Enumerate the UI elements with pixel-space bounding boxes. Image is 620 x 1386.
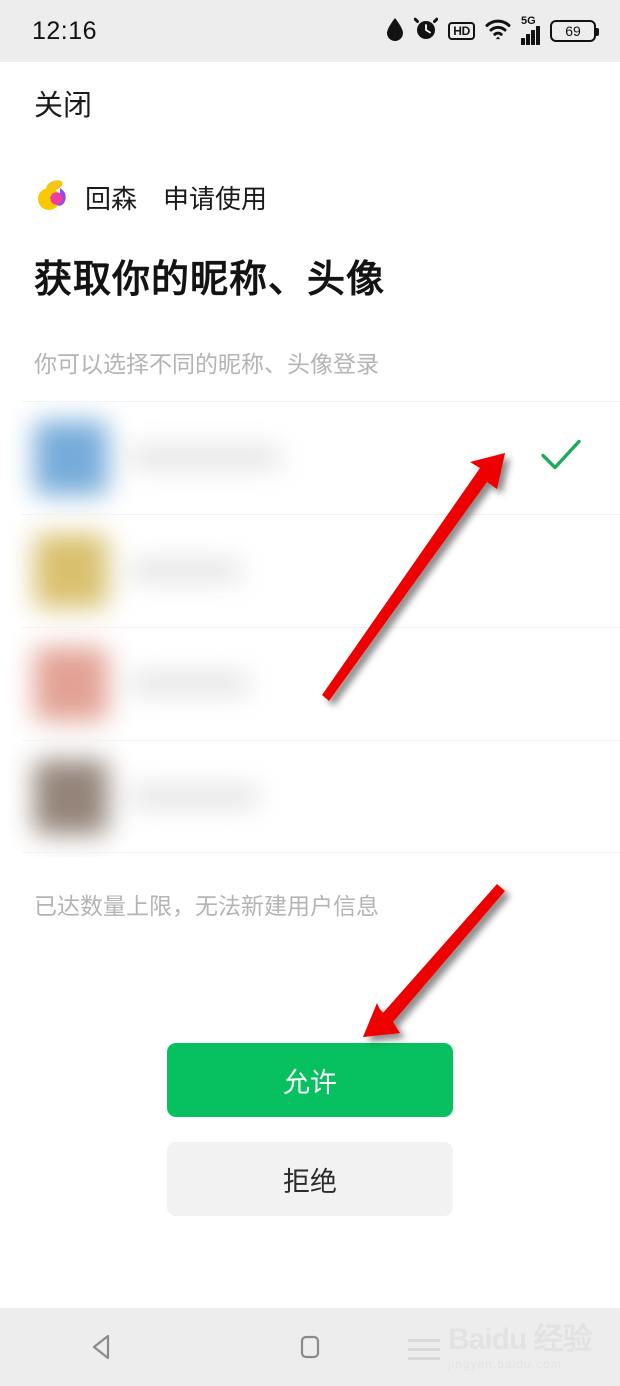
- baidu-watermark: Baidu 经验 jingyan.baidu.com: [408, 1318, 604, 1380]
- recents-menu-icon-overlay: [408, 1338, 440, 1360]
- wifi-icon: [485, 17, 511, 46]
- battery-level-label: 69: [565, 23, 581, 39]
- avatar: [34, 646, 108, 721]
- avatar: [34, 420, 108, 495]
- list-item[interactable]: [0, 401, 620, 514]
- account-name: [130, 561, 240, 580]
- watermark-text: Baidu 经验 jingyan.baidu.com: [448, 1325, 604, 1373]
- system-nav-bar: Baidu 经验 jingyan.baidu.com: [0, 1308, 620, 1386]
- check-icon: [540, 438, 582, 477]
- water-drop-icon: [386, 17, 404, 46]
- app-name-label: 回森: [85, 183, 138, 214]
- close-button[interactable]: 关闭: [34, 82, 92, 124]
- list-item[interactable]: [0, 514, 620, 627]
- watermark-main: Baidu 经验: [448, 1323, 593, 1356]
- app-action-label: 申请使用: [163, 183, 268, 214]
- hd-icon: HD: [448, 22, 475, 40]
- account-identity: [0, 759, 258, 834]
- app-logo-icon: [34, 178, 72, 216]
- account-name: [130, 448, 280, 467]
- status-bar: 12:16 HD 5G 69: [0, 0, 620, 62]
- avatar: [34, 533, 108, 608]
- avatar: [34, 759, 108, 834]
- close-bar: 关闭: [0, 62, 620, 144]
- page-title: 获取你的昵称、头像: [34, 259, 386, 301]
- reject-button[interactable]: 拒绝: [167, 1142, 453, 1216]
- battery-icon: 69: [550, 20, 599, 42]
- watermark-sub: jingyan.baidu.com: [448, 1357, 562, 1371]
- account-identity: [0, 646, 248, 721]
- account-list: [0, 401, 620, 857]
- allow-button[interactable]: 允许: [167, 1043, 453, 1117]
- app-request-row: 回森 申请使用: [0, 178, 620, 216]
- account-name: [130, 674, 248, 693]
- list-item[interactable]: [0, 740, 620, 853]
- account-identity: [0, 420, 280, 495]
- status-icon-tray: HD 5G 69: [386, 14, 599, 46]
- authorization-page: 关闭 回森 申请使用 获取你的昵称、头像 你可以选择不同的昵称、头像登录 已达数…: [0, 62, 620, 1308]
- back-triangle-icon[interactable]: [43, 1317, 163, 1377]
- account-name: [130, 787, 258, 806]
- network-type-label: 5G: [521, 14, 536, 27]
- status-clock: 12:16: [32, 16, 98, 45]
- home-square-icon[interactable]: [250, 1317, 370, 1377]
- limit-notice: 已达数量上限，无法新建用户信息: [34, 893, 379, 919]
- list-item[interactable]: [0, 627, 620, 740]
- page-subtitle: 你可以选择不同的昵称、头像登录: [34, 351, 379, 377]
- account-identity: [0, 533, 240, 608]
- alarm-clock-icon: [413, 17, 439, 46]
- signal-5g-icon: 5G: [521, 14, 540, 45]
